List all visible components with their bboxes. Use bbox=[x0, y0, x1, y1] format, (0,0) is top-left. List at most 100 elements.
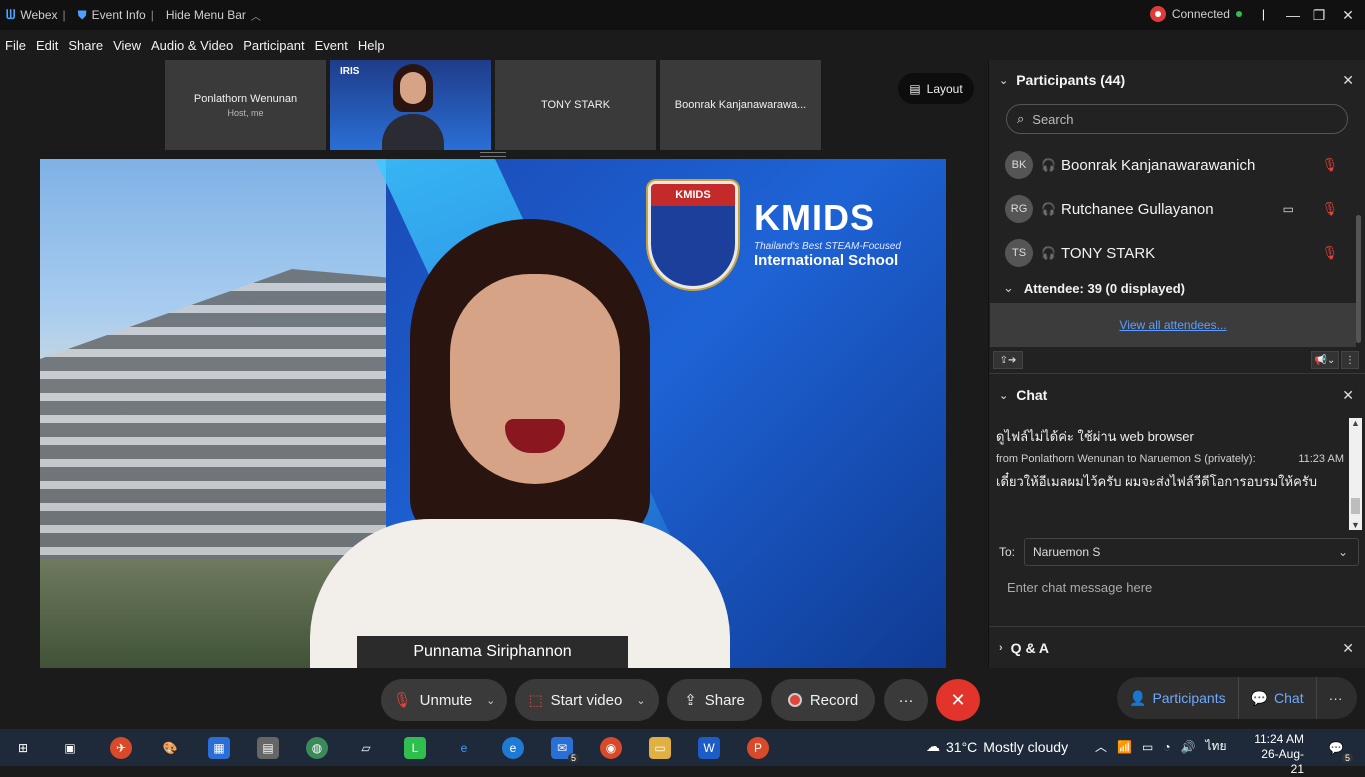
menu-participant[interactable]: Participant bbox=[238, 38, 309, 53]
chevron-down-icon[interactable]: ⌄ bbox=[636, 694, 645, 707]
panel-toggle-group: 👤 Participants 💬 Chat ··· bbox=[1117, 677, 1357, 719]
close-window-button[interactable]: ✕ bbox=[1331, 0, 1365, 30]
chat-scrollbar-thumb[interactable] bbox=[1351, 498, 1360, 514]
system-clock[interactable]: 11:24 AM 26-Aug-21 bbox=[1248, 732, 1304, 777]
close-chat-panel-icon[interactable]: ✕ bbox=[1342, 387, 1354, 404]
thumbnail-self-video[interactable]: IRIS bbox=[330, 60, 491, 150]
close-participants-panel-icon[interactable]: ✕ bbox=[1342, 72, 1354, 89]
thumbnail-boonrak[interactable]: Boonrak Kanjanawarawa... bbox=[660, 60, 821, 150]
volume-icon[interactable]: 🔊 bbox=[1181, 740, 1196, 754]
microphone-muted-icon[interactable]: 🎙 bbox=[1321, 157, 1338, 173]
thumbnail-tony-stark[interactable]: TONY STARK bbox=[495, 60, 656, 150]
qa-panel-header[interactable]: › Q & A ✕ bbox=[989, 629, 1365, 667]
windows-start-icon[interactable]: ⊞ bbox=[12, 737, 34, 759]
weather-widget[interactable]: ☁ 31°C Mostly cloudy bbox=[926, 738, 1068, 755]
view-all-attendees-link[interactable]: View all attendees... bbox=[990, 303, 1356, 347]
menu-file[interactable]: File bbox=[0, 38, 31, 53]
leave-meeting-button[interactable]: ✕ bbox=[936, 679, 980, 721]
share-out-icon[interactable]: ⇪➔ bbox=[993, 351, 1023, 369]
microphone-muted-icon[interactable]: 🎙 bbox=[1321, 201, 1338, 217]
chat-message-text: ดูไฟล์ไม่ได้ค่ะ ใช้ผ่าน web browser bbox=[996, 429, 1194, 444]
share-icon: ⇪ bbox=[684, 692, 697, 709]
logo-big-text: KMIDS bbox=[754, 197, 875, 238]
chevron-down-icon[interactable]: ⌄ bbox=[999, 389, 1008, 402]
menu-audio-video[interactable]: Audio & Video bbox=[146, 38, 238, 53]
chat-toggle-button[interactable]: 💬 Chat bbox=[1239, 677, 1317, 719]
event-info-button[interactable]: ⛊ Event Info | bbox=[72, 8, 160, 23]
menu-share[interactable]: Share bbox=[63, 38, 108, 53]
notification-center-icon[interactable]: 💬 5 bbox=[1325, 737, 1353, 763]
chat-panel-header[interactable]: ⌄ Chat ✕ bbox=[989, 376, 1365, 414]
internet-explorer-icon[interactable]: e bbox=[453, 737, 475, 759]
language-indicator[interactable]: ไทย bbox=[1206, 737, 1227, 756]
participant-row[interactable]: RG 🎧 Rutchanee Gullayanon ▭ 🎙 bbox=[989, 187, 1354, 231]
attendee-section-header[interactable]: ⌄ Attendee: 39 (0 displayed) bbox=[1003, 280, 1185, 296]
chevron-down-icon[interactable]: ⌄ bbox=[486, 694, 495, 707]
close-qa-panel-icon[interactable]: ✕ bbox=[1342, 640, 1354, 657]
unmute-button[interactable]: 🎙 Unmute ⌄ bbox=[381, 679, 507, 721]
participant-row[interactable]: BK 🎧 Boonrak Kanjanawarawanich 🎙 bbox=[989, 143, 1354, 187]
chat-message-meta: from Ponlathorn Wenunan to Naruemon S (p… bbox=[996, 453, 1344, 465]
network-icon[interactable]: 📶 bbox=[1117, 740, 1132, 754]
mail-icon[interactable]: ✉ 5 bbox=[551, 737, 579, 763]
calendar-icon[interactable]: ▦ bbox=[208, 737, 230, 759]
chat-recipient-select[interactable]: Naruemon S ⌄ bbox=[1024, 538, 1359, 566]
powerpoint-icon[interactable]: P bbox=[747, 737, 769, 759]
avatar: RG bbox=[1005, 195, 1033, 223]
paint-icon[interactable]: 🎨 bbox=[159, 737, 181, 759]
announce-icon[interactable]: 📢⌄ bbox=[1311, 351, 1339, 369]
thumbnail-host[interactable]: Ponlathorn Wenunan Host, me bbox=[165, 60, 326, 150]
share-button[interactable]: ⇪ Share bbox=[667, 679, 762, 721]
participant-row[interactable]: TS 🎧 TONY STARK 🎙 bbox=[989, 231, 1354, 275]
file-explorer-icon[interactable]: ▭ bbox=[649, 737, 671, 759]
chevron-down-icon: ⌄ bbox=[1337, 545, 1348, 559]
microphone-muted-icon[interactable]: 🎙 bbox=[1321, 245, 1338, 261]
chevron-down-icon[interactable]: ⌄ bbox=[999, 74, 1008, 87]
layout-button[interactable]: ▤ Layout bbox=[898, 73, 974, 104]
more-options-button[interactable]: ··· bbox=[884, 679, 928, 721]
webex-logo-icon: ᗯ bbox=[6, 7, 16, 22]
chevron-right-icon[interactable]: › bbox=[999, 642, 1003, 654]
line-app-icon[interactable]: L bbox=[404, 737, 426, 759]
notes-icon[interactable]: ▱ bbox=[355, 737, 377, 759]
participants-scrollbar[interactable] bbox=[1356, 215, 1361, 343]
wifi-icon[interactable]: ◔ bbox=[1163, 740, 1170, 754]
chat-message-input[interactable]: Enter chat message here bbox=[1007, 580, 1152, 595]
restore-icon: ❐ bbox=[1312, 6, 1326, 23]
record-button[interactable]: Record bbox=[771, 679, 875, 721]
battery-icon[interactable]: ▭ bbox=[1142, 740, 1153, 754]
chat-sender: from Ponlathorn Wenunan to Naruemon S (p… bbox=[996, 453, 1256, 465]
menu-edit[interactable]: Edit bbox=[31, 38, 63, 53]
task-view-icon[interactable]: ▣ bbox=[59, 737, 81, 759]
scroll-down-arrow-icon[interactable]: ▼ bbox=[1351, 520, 1360, 530]
participant-search-input[interactable]: ⌕ Search bbox=[1006, 104, 1348, 134]
participants-toggle-button[interactable]: 👤 Participants bbox=[1117, 677, 1239, 719]
participant-name: Rutchanee Gullayanon bbox=[1061, 200, 1214, 218]
more-vertical-icon[interactable]: ⋮ bbox=[1341, 351, 1359, 369]
menu-event[interactable]: Event bbox=[310, 38, 353, 53]
participants-panel-header[interactable]: ⌄ Participants (44) ✕ bbox=[989, 61, 1365, 99]
panel-more-button[interactable]: ··· bbox=[1317, 677, 1355, 719]
participants-panel-title: Participants (44) bbox=[1016, 72, 1126, 88]
divider bbox=[989, 626, 1365, 627]
chrome-icon[interactable]: ◉ bbox=[600, 737, 622, 759]
chevron-up-icon[interactable]: ︿ bbox=[1095, 738, 1107, 755]
crest-text: KMIDS bbox=[651, 184, 735, 206]
calculator-icon[interactable]: ▤ bbox=[257, 737, 279, 759]
connection-status[interactable]: Connected | bbox=[1149, 6, 1265, 22]
app-launcher-icon[interactable]: ✈ bbox=[110, 737, 132, 759]
hide-menu-bar-button[interactable]: Hide Menu Bar ︿ bbox=[160, 8, 267, 23]
globe-icon[interactable]: ◍ bbox=[306, 737, 328, 759]
scroll-up-arrow-icon[interactable]: ▲ bbox=[1351, 418, 1360, 428]
edge-browser-icon[interactable]: e bbox=[502, 737, 524, 759]
person-icon: 👤 bbox=[1129, 689, 1147, 706]
right-side-panel: ⌄ Participants (44) ✕ ⌕ Search BK 🎧 Boon… bbox=[988, 60, 1365, 668]
chat-scrollbar[interactable]: ▲ ▼ bbox=[1349, 418, 1362, 530]
thumbnail-resize-handle[interactable] bbox=[480, 152, 506, 157]
start-video-button[interactable]: ⬚ Start video ⌄ bbox=[515, 679, 659, 721]
menu-help[interactable]: Help bbox=[353, 38, 390, 53]
webex-taskbar-icon[interactable]: W bbox=[698, 737, 720, 759]
title-divider: | bbox=[1261, 7, 1265, 21]
main-video-stage[interactable]: KMIDS KMIDS Thailand's Best STEAM-Focuse… bbox=[40, 159, 946, 668]
menu-view[interactable]: View bbox=[108, 38, 146, 53]
